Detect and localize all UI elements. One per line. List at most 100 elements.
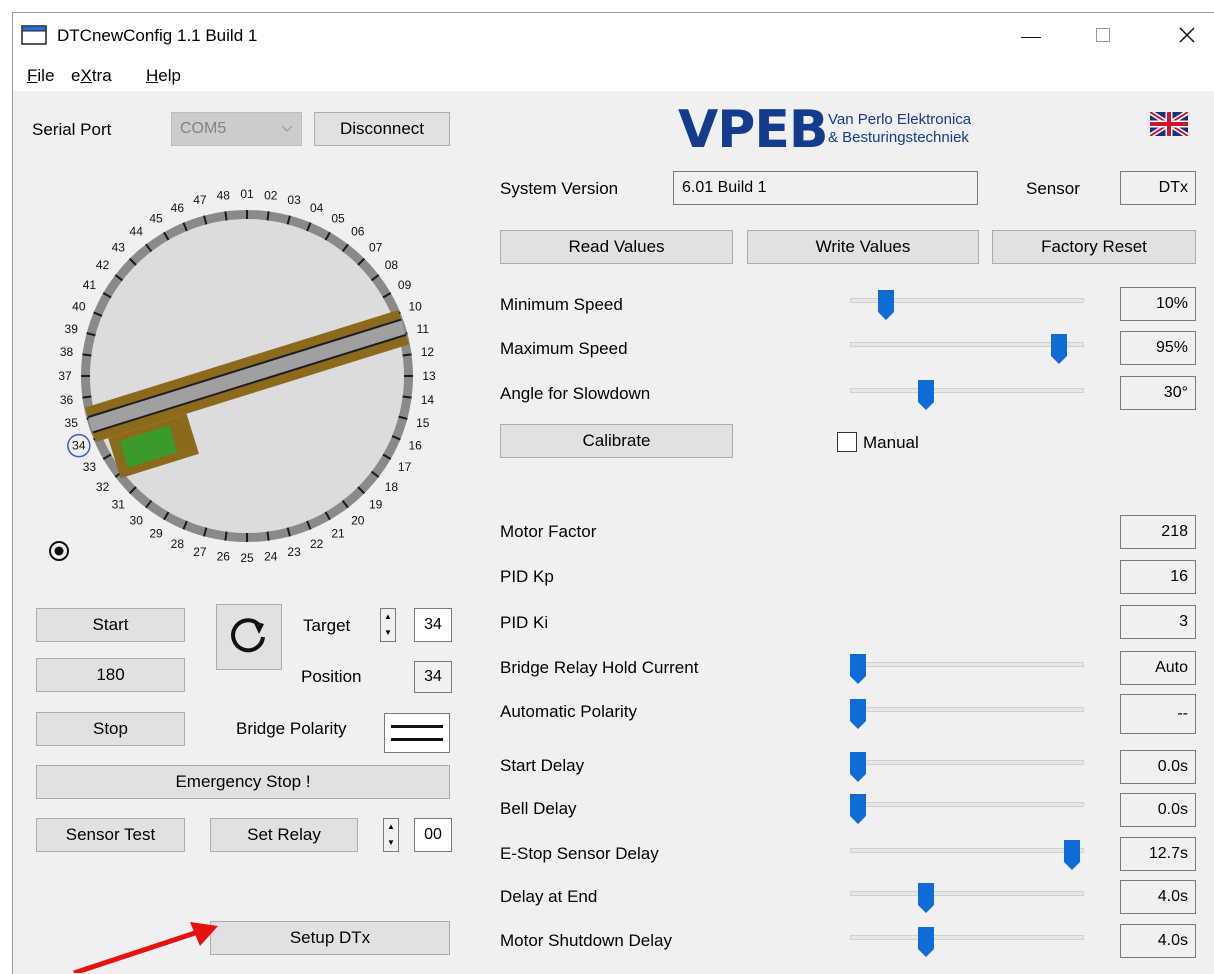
track-label[interactable]: 32 bbox=[96, 480, 110, 494]
track-label[interactable]: 04 bbox=[310, 201, 324, 215]
slider-thumb[interactable] bbox=[850, 654, 866, 684]
slider-thumb[interactable] bbox=[1063, 840, 1080, 870]
menu-extra[interactable]: eXtra bbox=[71, 67, 112, 84]
start-delay-slider[interactable] bbox=[850, 760, 1084, 765]
minimize-button[interactable] bbox=[1003, 13, 1059, 57]
slider-thumb[interactable] bbox=[850, 752, 866, 782]
track-label[interactable]: 39 bbox=[65, 322, 79, 336]
target-input[interactable]: 34 bbox=[414, 608, 452, 642]
track-label[interactable]: 33 bbox=[83, 460, 97, 474]
track-label[interactable]: 41 bbox=[83, 278, 97, 292]
estop-delay-slider[interactable] bbox=[850, 848, 1084, 853]
track-label[interactable]: 22 bbox=[310, 537, 324, 551]
track-label[interactable]: 31 bbox=[112, 498, 126, 512]
motor-factor-value[interactable]: 218 bbox=[1120, 515, 1196, 549]
track-label[interactable]: 14 bbox=[421, 393, 435, 407]
track-label[interactable]: 09 bbox=[398, 278, 412, 292]
track-label[interactable]: 34 bbox=[72, 439, 86, 453]
read-values-button[interactable]: Read Values bbox=[500, 230, 733, 264]
pid-kp-value[interactable]: 16 bbox=[1120, 560, 1196, 594]
track-label[interactable]: 21 bbox=[331, 527, 345, 541]
track-label[interactable]: 40 bbox=[72, 299, 86, 313]
pid-ki-value[interactable]: 3 bbox=[1120, 605, 1196, 639]
shutdown-delay-slider[interactable] bbox=[850, 935, 1084, 940]
target-spinner[interactable]: ▲ ▼ bbox=[380, 608, 396, 642]
relay-spinner[interactable]: ▲ ▼ bbox=[383, 818, 399, 852]
auto-polarity-slider[interactable] bbox=[850, 707, 1084, 712]
track-label[interactable]: 12 bbox=[421, 345, 435, 359]
track-label[interactable]: 17 bbox=[398, 460, 412, 474]
track-label[interactable]: 23 bbox=[287, 545, 301, 559]
track-label[interactable]: 35 bbox=[65, 416, 79, 430]
track-label[interactable]: 24 bbox=[264, 549, 278, 563]
spin-up-icon[interactable]: ▲ bbox=[384, 819, 398, 835]
track-label[interactable]: 03 bbox=[287, 193, 301, 207]
slider-thumb[interactable] bbox=[917, 927, 934, 957]
track-label[interactable]: 20 bbox=[351, 513, 365, 527]
slider-thumb[interactable] bbox=[850, 794, 866, 824]
track-label[interactable]: 05 bbox=[331, 211, 345, 225]
track-label[interactable]: 44 bbox=[130, 225, 144, 239]
track-label[interactable]: 38 bbox=[60, 345, 74, 359]
track-label[interactable]: 48 bbox=[217, 189, 231, 203]
track-label[interactable]: 26 bbox=[217, 549, 231, 563]
track-label[interactable]: 19 bbox=[369, 498, 383, 512]
track-label[interactable]: 36 bbox=[60, 393, 74, 407]
stop-button[interactable]: Stop bbox=[36, 712, 185, 746]
track-label[interactable]: 46 bbox=[171, 201, 185, 215]
track-label[interactable]: 01 bbox=[240, 187, 254, 201]
track-label[interactable]: 18 bbox=[385, 480, 399, 494]
disconnect-button[interactable]: Disconnect bbox=[314, 112, 450, 146]
rotate-button[interactable] bbox=[216, 604, 282, 670]
track-label[interactable]: 42 bbox=[96, 258, 110, 272]
turntable-view[interactable]: 01 02 03 04 05 06 0708 09 10 11 12 13 14 15 16 17 1819 20… bbox=[28, 175, 468, 585]
angle-180-button[interactable]: 180 bbox=[36, 658, 185, 692]
sensor-test-button[interactable]: Sensor Test bbox=[36, 818, 185, 852]
track-label[interactable]: 47 bbox=[193, 193, 207, 207]
slider-thumb[interactable] bbox=[917, 380, 934, 410]
start-button[interactable]: Start bbox=[36, 608, 185, 642]
track-label[interactable]: 15 bbox=[416, 416, 430, 430]
track-label[interactable]: 43 bbox=[112, 240, 126, 254]
serial-port-select[interactable]: COM5 bbox=[171, 112, 302, 146]
slider-thumb[interactable] bbox=[1050, 334, 1067, 364]
track-label[interactable]: 30 bbox=[130, 513, 144, 527]
factory-reset-button[interactable]: Factory Reset bbox=[992, 230, 1196, 264]
track-label[interactable]: 10 bbox=[408, 299, 422, 313]
track-label[interactable]: 28 bbox=[171, 537, 185, 551]
spin-down-icon[interactable]: ▼ bbox=[384, 835, 398, 851]
track-label[interactable]: 45 bbox=[149, 211, 163, 225]
track-label[interactable]: 11 bbox=[417, 322, 430, 336]
menu-file[interactable]: File bbox=[27, 67, 54, 84]
track-label[interactable]: 13 bbox=[422, 369, 436, 383]
end-delay-slider[interactable] bbox=[850, 891, 1084, 896]
track-label[interactable]: 25 bbox=[240, 551, 254, 565]
track-label[interactable]: 02 bbox=[264, 189, 278, 203]
track-label[interactable]: 29 bbox=[149, 527, 163, 541]
track-label[interactable]: 06 bbox=[351, 225, 365, 239]
track-label[interactable]: 27 bbox=[193, 545, 207, 559]
slowdown-slider[interactable] bbox=[850, 388, 1084, 393]
spin-up-icon[interactable]: ▲ bbox=[381, 609, 395, 625]
track-label[interactable]: 37 bbox=[58, 369, 72, 383]
setup-dtx-button[interactable]: Setup DTx bbox=[210, 921, 450, 955]
write-values-button[interactable]: Write Values bbox=[747, 230, 979, 264]
track-label[interactable]: 08 bbox=[385, 258, 399, 272]
slider-thumb[interactable] bbox=[878, 290, 895, 320]
calibrate-button[interactable]: Calibrate bbox=[500, 424, 733, 458]
track-label[interactable]: 16 bbox=[408, 439, 422, 453]
spin-down-icon[interactable]: ▼ bbox=[381, 625, 395, 641]
set-relay-button[interactable]: Set Relay bbox=[210, 818, 358, 852]
manual-checkbox[interactable] bbox=[837, 432, 857, 452]
relay-input[interactable]: 00 bbox=[414, 818, 452, 852]
max-speed-slider[interactable] bbox=[850, 342, 1084, 347]
emergency-stop-button[interactable]: Emergency Stop ! bbox=[36, 765, 450, 799]
uk-flag-icon[interactable] bbox=[1150, 112, 1188, 136]
menu-help[interactable]: Help bbox=[146, 67, 181, 84]
slider-thumb[interactable] bbox=[850, 699, 866, 729]
track-label[interactable]: 07 bbox=[369, 240, 383, 254]
slider-thumb[interactable] bbox=[917, 883, 934, 913]
bridge-relay-slider[interactable] bbox=[850, 662, 1084, 667]
close-button[interactable] bbox=[1159, 13, 1214, 57]
bridge-polarity-indicator[interactable] bbox=[384, 713, 450, 753]
